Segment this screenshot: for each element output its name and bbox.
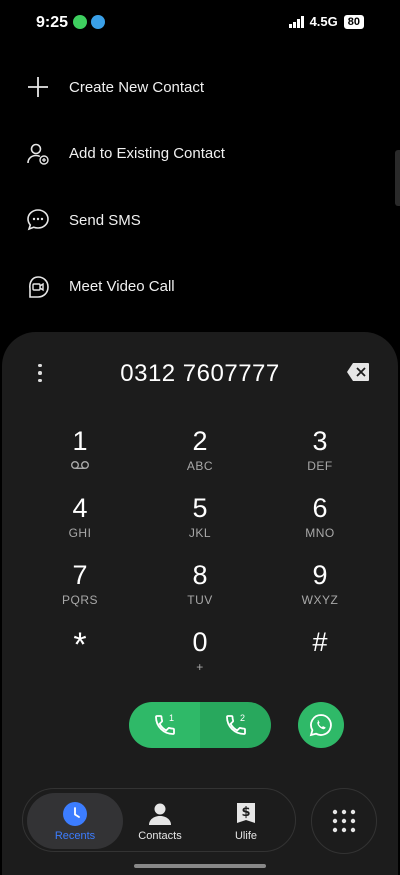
- status-time: 9:25: [36, 14, 69, 31]
- whatsapp-call-button[interactable]: [298, 702, 344, 748]
- key-digit: 7: [72, 560, 88, 590]
- menu-item-label: Send SMS: [69, 211, 141, 229]
- nav-label: Contacts: [138, 829, 182, 842]
- key-digit: 5: [192, 493, 208, 523]
- battery-icon: 80: [343, 14, 364, 29]
- call-sim1-button[interactable]: 1: [129, 702, 200, 748]
- add-person-icon: [25, 141, 51, 167]
- voicemail-icon: [70, 459, 90, 473]
- nav-label: Recents: [54, 829, 96, 842]
- key-digit: 0: [192, 627, 208, 657]
- bottom-navigation: Recents Contacts $ Ulife: [22, 788, 296, 852]
- key-digit: 9: [312, 560, 328, 590]
- key-digit: 3: [312, 426, 328, 456]
- backspace-icon: [347, 363, 369, 381]
- network-type: 4.5G: [309, 14, 338, 29]
- key-8[interactable]: 8 TUV: [140, 556, 260, 623]
- key-5[interactable]: 5 JKL: [140, 489, 260, 556]
- home-indicator[interactable]: [134, 864, 266, 868]
- key-digit: 4: [72, 493, 88, 523]
- key-letters: +: [196, 660, 204, 674]
- key-letters: JKL: [188, 526, 212, 540]
- key-star[interactable]: *: [20, 623, 140, 690]
- status-bar: 9:25 4.5G 80: [0, 0, 400, 46]
- nav-recents[interactable]: Recents: [27, 793, 123, 849]
- person-icon: [149, 803, 171, 825]
- chat-bubble-icon: [25, 207, 51, 233]
- key-1[interactable]: 1: [20, 422, 140, 489]
- menu-item-label: Create New Contact: [69, 78, 205, 96]
- call-buttons: 1 2: [129, 702, 271, 748]
- nav-contacts[interactable]: Contacts: [112, 793, 208, 849]
- create-new-contact-item[interactable]: Create New Contact: [0, 54, 400, 121]
- nav-ulife[interactable]: $ Ulife: [198, 793, 294, 849]
- contact-actions-menu: Create New Contact Add to Existing Conta…: [0, 54, 400, 320]
- key-digit: 2: [192, 426, 208, 456]
- key-letters: WXYZ: [301, 593, 339, 607]
- menu-item-label: Add to Existing Contact: [69, 145, 225, 163]
- dialpad-toggle-button[interactable]: [311, 788, 377, 854]
- meet-video-call-item[interactable]: Meet Video Call: [0, 254, 400, 321]
- dollar-tag-icon: $: [237, 802, 255, 823]
- sim-number: 2: [240, 713, 246, 723]
- nav-label: Ulife: [234, 829, 257, 842]
- key-letters: GHI: [68, 526, 92, 540]
- app-notification-icon: [91, 15, 105, 29]
- plus-icon: [25, 74, 51, 100]
- key-letters: TUV: [187, 593, 213, 607]
- scrollbar[interactable]: [395, 150, 400, 206]
- whatsapp-icon: [309, 714, 332, 737]
- video-call-icon: [25, 274, 51, 300]
- menu-item-label: Meet Video Call: [69, 278, 175, 296]
- dialpad-grid-icon: [332, 809, 356, 833]
- send-sms-item[interactable]: Send SMS: [0, 187, 400, 254]
- dialed-number[interactable]: 0312 7607777: [2, 360, 398, 388]
- keypad: 1 2 ABC 3 DEF 4 GHI 5 JKL 6 MNO 7 PQRS 8…: [2, 422, 398, 690]
- key-letters: MNO: [305, 526, 335, 540]
- clock-icon: [63, 801, 87, 826]
- key-7[interactable]: 7 PQRS: [20, 556, 140, 623]
- key-2[interactable]: 2 ABC: [140, 422, 260, 489]
- key-0[interactable]: 0 +: [140, 623, 260, 690]
- key-hash[interactable]: #: [260, 623, 380, 690]
- key-letters: DEF: [307, 459, 333, 473]
- key-digit: #: [312, 627, 328, 657]
- notification-icons: [73, 15, 105, 29]
- whatsapp-notification-icon: [73, 15, 87, 29]
- key-digit: 8: [192, 560, 208, 590]
- key-digit: *: [73, 626, 87, 664]
- add-to-existing-contact-item[interactable]: Add to Existing Contact: [0, 121, 400, 188]
- call-sim2-button[interactable]: 2: [200, 702, 271, 748]
- status-right: 4.5G 80: [288, 14, 364, 29]
- key-letters: PQRS: [61, 593, 98, 607]
- key-4[interactable]: 4 GHI: [20, 489, 140, 556]
- svg-text:$: $: [241, 805, 250, 820]
- key-letters: ABC: [186, 459, 214, 473]
- key-9[interactable]: 9 WXYZ: [260, 556, 380, 623]
- key-6[interactable]: 6 MNO: [260, 489, 380, 556]
- key-3[interactable]: 3 DEF: [260, 422, 380, 489]
- sim-number: 1: [169, 713, 175, 723]
- signal-icon: [288, 15, 304, 28]
- key-digit: 6: [312, 493, 328, 523]
- backspace-button[interactable]: [346, 362, 370, 382]
- key-digit: 1: [72, 426, 88, 456]
